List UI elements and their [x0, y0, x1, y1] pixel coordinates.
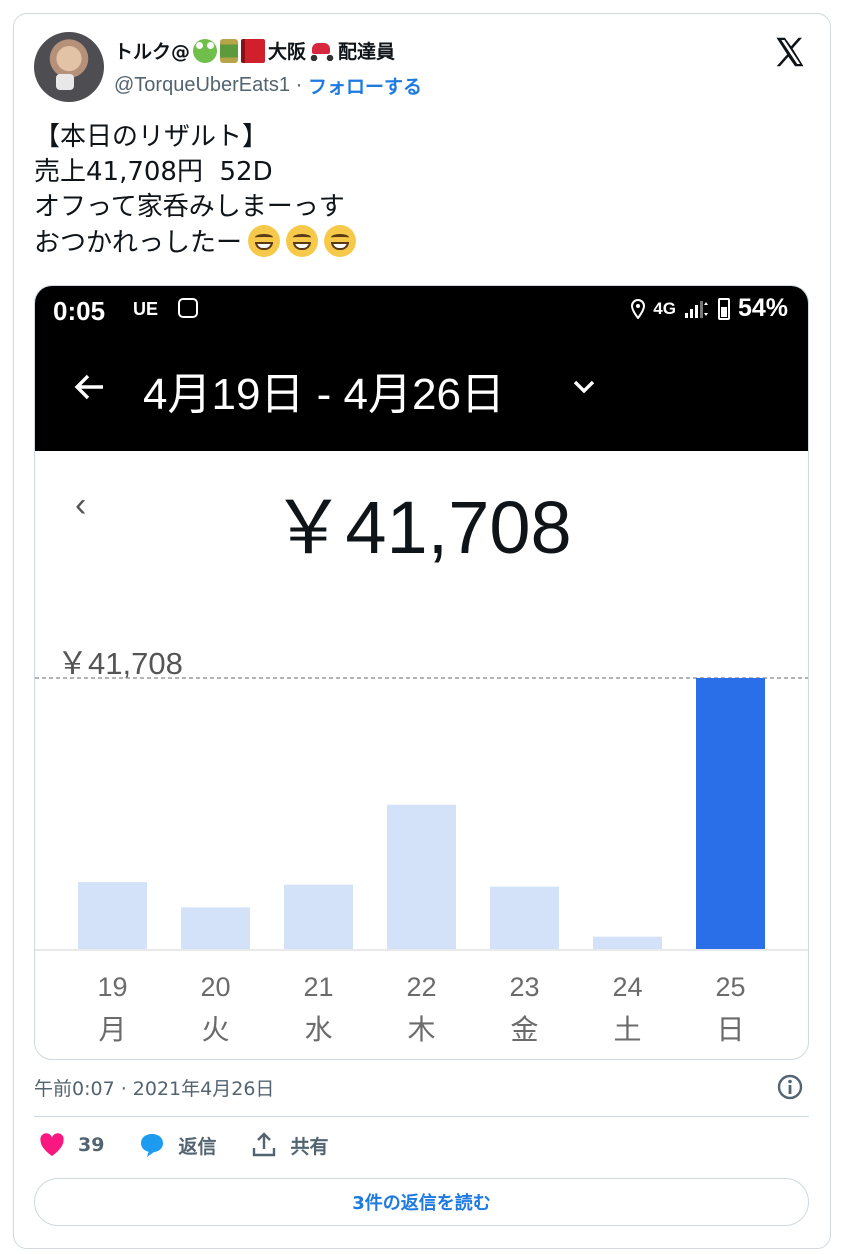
x-tick-date: 20: [200, 972, 230, 1002]
x-tick-date: 21: [303, 972, 333, 1002]
like-button[interactable]: 39: [38, 1131, 104, 1159]
x-tick-date: 24: [612, 972, 642, 1002]
date-range-title[interactable]: 4月19日 - 4月26日: [143, 358, 505, 422]
share-icon: [253, 1132, 276, 1157]
bar-day-25: [696, 678, 765, 949]
scooter-icon: [309, 41, 335, 61]
like-count: 39: [78, 1134, 105, 1156]
bar-day-19: [78, 882, 147, 949]
bar-day-22: [387, 804, 456, 949]
x-tick-weekday: 金: [510, 1013, 538, 1046]
reply-bubble-icon: [141, 1134, 164, 1157]
status-right: 4G 54%: [631, 294, 788, 323]
author-display-name[interactable]: トルク@ 大阪 配達員: [114, 37, 395, 64]
signal-bars-icon: [684, 300, 708, 318]
notification-icon: [178, 298, 198, 318]
share-label: 共有: [290, 1135, 329, 1158]
follow-button[interactable]: フォローする: [308, 72, 422, 99]
battery-icon: [717, 297, 730, 320]
heart-icon: [40, 1133, 64, 1156]
info-icon[interactable]: [776, 1073, 804, 1101]
share-button[interactable]: 共有: [250, 1131, 328, 1159]
earnings-bar-chart: 19 月 20 火 21 水 22 木 23 金 24 土 25 日: [35, 677, 808, 1046]
action-bar: 39 返信 共有: [38, 1131, 362, 1159]
back-arrow-icon[interactable]: [73, 370, 107, 404]
tweet-line-3: オフって家呑みしまーっす: [34, 192, 345, 222]
chevron-down-icon[interactable]: [573, 380, 595, 394]
app-header: 0:05 UE 4G 54% 4月19日 - 4月26日: [35, 286, 808, 451]
x-tick-weekday: 木: [407, 1013, 435, 1046]
grinning-face-icon: [324, 225, 357, 257]
attached-screenshot[interactable]: 0:05 UE 4G 54% 4月19日 - 4月26日 ‹ ￥41,708 ￥…: [34, 285, 809, 1060]
author-handle[interactable]: @TorqueUberEats1: [114, 74, 290, 97]
grinning-face-icon: [286, 225, 319, 257]
grinning-face-icon: [248, 225, 281, 257]
tweet-line-1: 【本日のリザルト】: [34, 122, 269, 152]
tweet-line-2: 売上41,708円 52D: [34, 157, 273, 187]
x-tick-weekday: 日: [716, 1013, 744, 1046]
x-logo-icon[interactable]: [772, 34, 808, 70]
bar-day-20: [181, 907, 250, 949]
tweet-line-4: おつかれっしたー: [34, 228, 243, 258]
author-meta: @TorqueUberEats1 · フォローする: [114, 72, 422, 99]
avatar[interactable]: [34, 32, 104, 102]
display-name-suffix: 大阪: [268, 41, 307, 63]
frog-icon: [193, 38, 218, 63]
x-tick-date: 22: [406, 972, 436, 1002]
display-name-text: トルク@: [114, 41, 191, 63]
display-name-suffix2: 配達員: [338, 41, 396, 63]
bar-day-24: [593, 936, 662, 949]
status-carrier: UE: [133, 299, 159, 319]
location-pin-icon: [631, 298, 646, 319]
x-tick-weekday: 月: [98, 1013, 126, 1046]
reply-button[interactable]: 返信: [138, 1131, 216, 1159]
separator-dot: ·: [295, 74, 302, 97]
bar-day-21: [284, 884, 353, 949]
read-replies-button[interactable]: 3件の返信を読む: [34, 1178, 809, 1226]
x-tick-weekday: 土: [613, 1013, 641, 1046]
reply-label: 返信: [178, 1135, 217, 1158]
red-book-icon: [241, 38, 266, 63]
x-tick-weekday: 火: [201, 1013, 229, 1046]
tweet-text: 【本日のリザルト】 売上41,708円 52D オフって家呑みしまーっす おつか…: [34, 120, 357, 261]
x-tick-date: 25: [715, 972, 745, 1002]
network-type: 4G: [653, 298, 676, 318]
x-tick-weekday: 水: [304, 1013, 332, 1046]
x-tick-date: 23: [509, 972, 539, 1002]
weekly-total: ￥41,708: [271, 486, 572, 569]
tweet-timestamp[interactable]: 午前0:07 · 2021年4月26日: [34, 1074, 274, 1101]
canned-drink-icon: [220, 38, 239, 63]
x-tick-date: 19: [97, 972, 127, 1002]
battery-percent: 54%: [737, 294, 788, 322]
divider: [34, 1116, 809, 1117]
bar-day-23: [490, 886, 559, 949]
status-time: 0:05: [53, 296, 106, 326]
